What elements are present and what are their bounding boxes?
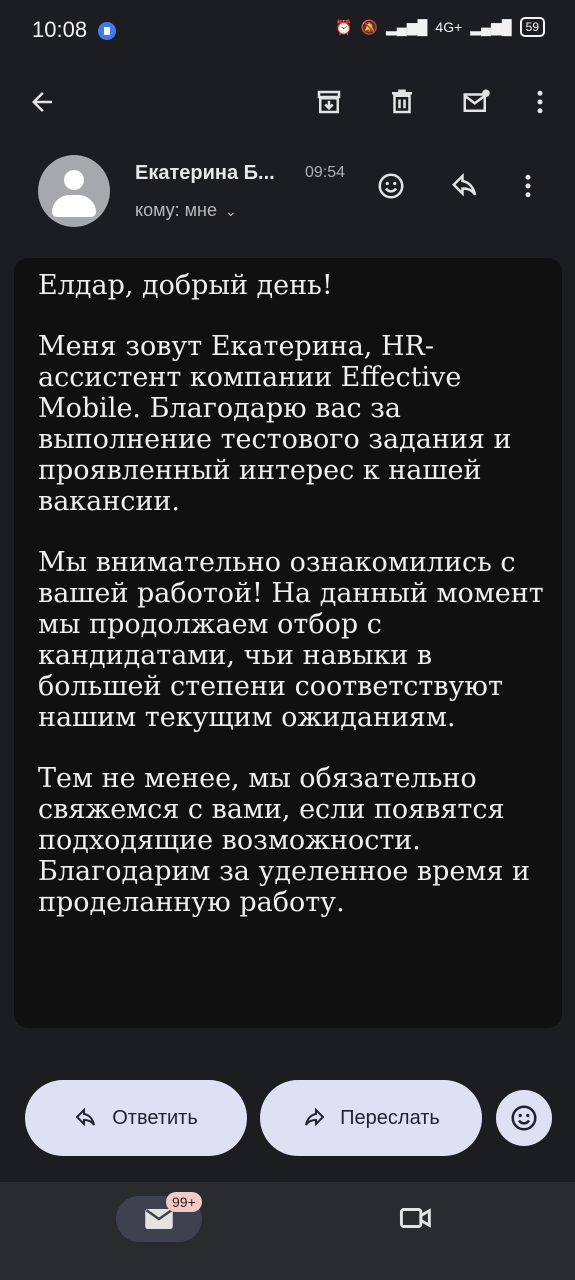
body-paragraph: Мы внимательно ознакомились с вашей рабо… bbox=[38, 547, 544, 733]
video-camera-icon bbox=[399, 1208, 431, 1228]
emoji-icon bbox=[378, 173, 404, 199]
emoji-icon bbox=[511, 1105, 537, 1131]
meet-tab[interactable] bbox=[398, 1200, 434, 1236]
body-paragraph: Тем не менее, мы обязательно свяжемся с … bbox=[38, 763, 530, 918]
recipient-label: кому: мне bbox=[135, 200, 217, 220]
mute-icon: 🔕 bbox=[360, 18, 379, 35]
network-type: 4G+ bbox=[435, 19, 463, 35]
alarm-icon: ⏰ bbox=[335, 18, 353, 35]
forward-label: Переслать bbox=[340, 1106, 440, 1129]
more-vert-icon bbox=[525, 174, 531, 198]
status-time: 10:08 bbox=[32, 17, 88, 42]
forward-icon bbox=[305, 1107, 325, 1127]
reply-button[interactable]: Ответить bbox=[25, 1080, 247, 1156]
mark-unread-icon bbox=[463, 89, 490, 112]
sender-name[interactable]: Екатерина Б... bbox=[135, 162, 275, 185]
emoji-reaction-button[interactable] bbox=[496, 1090, 552, 1146]
archive-icon bbox=[317, 90, 341, 114]
reply-icon bbox=[75, 1107, 96, 1127]
arrow-back-icon bbox=[32, 92, 52, 112]
add-reaction-button[interactable] bbox=[373, 168, 409, 204]
top-toolbar bbox=[0, 62, 575, 142]
message-time: 09:54 bbox=[305, 164, 346, 181]
system-icons: ⏰ 🔕 ▂▄▆█ 4G+ ▂▄▆█ 59 bbox=[335, 17, 545, 37]
more-vert-icon bbox=[537, 90, 543, 114]
reply-icon-button[interactable] bbox=[447, 168, 483, 204]
forward-button[interactable]: Переслать bbox=[260, 1080, 482, 1156]
chevron-down-icon: ⌄ bbox=[225, 203, 237, 219]
delete-button[interactable] bbox=[382, 82, 422, 122]
message-header: Екатерина Б... 09:54 кому: мне ⌄ bbox=[0, 150, 575, 240]
signal-icon-2: ▂▄▆█ bbox=[470, 18, 512, 35]
bottom-navigation: 99+ bbox=[0, 1182, 575, 1280]
mail-icon bbox=[145, 1209, 173, 1229]
trash-icon bbox=[392, 89, 412, 114]
back-button[interactable] bbox=[22, 82, 62, 122]
reply-label: Ответить bbox=[112, 1106, 198, 1129]
more-options-button[interactable] bbox=[520, 82, 560, 122]
avatar-head-icon bbox=[64, 170, 84, 190]
signal-icon: ▂▄▆█ bbox=[386, 18, 428, 35]
message-more-button[interactable] bbox=[510, 168, 546, 204]
avatar-body-icon bbox=[52, 195, 96, 217]
body-paragraph: Елдар, добрый день! bbox=[38, 270, 333, 301]
status-bar: 10:08 ⏰ 🔕 ▂▄▆█ 4G+ ▂▄▆█ 59 bbox=[0, 0, 575, 60]
mail-count-badge: 99+ bbox=[166, 1192, 202, 1212]
reply-icon bbox=[451, 172, 477, 197]
action-bar: Ответить Переслать bbox=[0, 1080, 575, 1158]
body-paragraph: Меня зовут Екатерина, HR-ассистент компа… bbox=[38, 331, 512, 517]
mark-unread-button[interactable] bbox=[456, 82, 496, 122]
battery-icon: 59 bbox=[519, 17, 545, 37]
message-body: Елдар, добрый день! Меня зовут Екатерина… bbox=[38, 270, 548, 948]
app-notification-icon bbox=[98, 22, 116, 40]
sender-avatar[interactable] bbox=[38, 155, 110, 227]
archive-button[interactable] bbox=[309, 82, 349, 122]
recipient-details[interactable]: кому: мне ⌄ bbox=[135, 200, 237, 221]
